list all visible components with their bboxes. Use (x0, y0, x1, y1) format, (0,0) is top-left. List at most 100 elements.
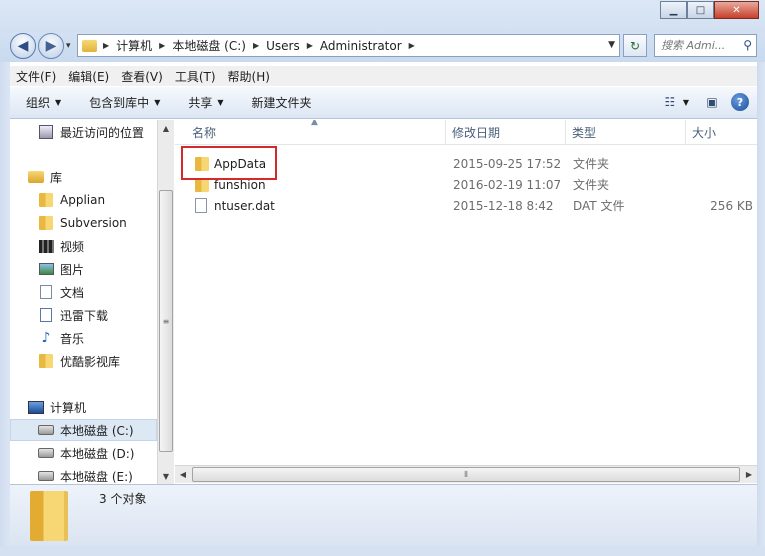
chevron-right-icon[interactable]: ▶ (407, 41, 417, 50)
navigation-pane-scrollbar[interactable]: ▲ ≡ ▼ (157, 120, 174, 484)
chevron-right-icon[interactable]: ▶ (157, 41, 167, 50)
share-button[interactable]: 共享 ▼ (172, 94, 235, 111)
preview-pane-button[interactable]: ▣ (703, 94, 721, 110)
grip-icon: ≡ (162, 316, 170, 326)
folder-icon (39, 216, 53, 230)
file-modified: 2015-12-18 8:42 (453, 198, 554, 213)
window-frame-left (0, 62, 10, 556)
sidebar-item-documents[interactable]: 文档 (10, 281, 157, 303)
search-input[interactable] (661, 39, 739, 52)
navigation-pane: 最近访问的位置 库 Applian Subversion 视频 图片 文档 迅雷… (10, 120, 157, 484)
chevron-right-icon[interactable]: ▶ (305, 41, 315, 50)
column-header-row: ▲ 名称 修改日期 类型 大小 (175, 120, 757, 145)
arrow-left-icon: ◀ (17, 38, 29, 54)
back-button[interactable]: ◀ (10, 33, 36, 59)
sidebar-item-subversion[interactable]: Subversion (10, 212, 157, 234)
arrow-right-icon: ▶ (45, 38, 57, 54)
folder-icon (39, 354, 53, 368)
folder-icon (39, 193, 53, 207)
file-type: DAT 文件 (573, 199, 625, 213)
sidebar-item-pictures[interactable]: 图片 (10, 258, 157, 280)
scroll-right-button[interactable]: ▶ (741, 466, 757, 483)
view-options-icon: ☷ (664, 95, 676, 109)
recent-places-icon (39, 125, 53, 139)
library-icon (28, 171, 44, 183)
file-modified: 2015-09-25 17:52 (453, 156, 562, 171)
sidebar-item-local-disk-c[interactable]: 本地磁盘 (C:) (10, 419, 157, 441)
column-header-size[interactable]: 大小 (686, 120, 757, 145)
drive-icon (38, 471, 54, 481)
scroll-left-button[interactable]: ◀ (175, 466, 191, 483)
file-icon (195, 198, 207, 213)
folder-icon (82, 39, 97, 52)
sidebar-item-libraries[interactable]: 库 (10, 166, 157, 188)
recent-pages-dropdown[interactable]: ▾ (66, 41, 71, 51)
breadcrumb-computer[interactable]: 计算机 ▶ (111, 37, 167, 54)
file-list-horizontal-scrollbar[interactable]: ◀ ⦀ ▶ (175, 465, 757, 483)
column-header-date-modified[interactable]: 修改日期 (446, 120, 566, 145)
drive-icon (38, 425, 54, 435)
sidebar-item-music[interactable]: ♪ 音乐 (10, 327, 157, 349)
help-button[interactable]: ? (731, 93, 749, 111)
preview-pane-icon: ▣ (706, 95, 718, 109)
file-size: 256 KB (710, 198, 753, 213)
scroll-up-button[interactable]: ▲ (158, 120, 174, 136)
sidebar-item-computer[interactable]: 计算机 (10, 396, 157, 418)
file-row-ntuser-dat[interactable]: ntuser.dat 2015-12-18 8:42 DAT 文件 256 KB (175, 195, 757, 216)
breadcrumb-users[interactable]: Users ▶ (261, 39, 315, 53)
forward-button[interactable]: ▶ (38, 33, 64, 59)
refresh-button[interactable]: ↻ (623, 34, 647, 57)
maximize-button[interactable]: □ (687, 1, 714, 19)
sidebar-item-youku-library[interactable]: 优酷影视库 (10, 350, 157, 372)
dropdown-arrow-icon: ▼ (217, 98, 224, 107)
organize-button[interactable]: 组织 ▼ (10, 94, 73, 111)
computer-icon (28, 400, 44, 414)
window-frame-right (757, 62, 765, 556)
menu-bar: 文件(F) 编辑(E) 查看(V) 工具(T) 帮助(H) (10, 66, 757, 86)
address-history-dropdown[interactable]: ▼ (608, 40, 615, 50)
download-icon (40, 308, 52, 322)
column-header-name[interactable]: 名称 (175, 120, 446, 145)
sidebar-item-recent-places[interactable]: 最近访问的位置 (10, 121, 157, 143)
pictures-icon (38, 263, 54, 275)
details-pane: 3 个对象 (10, 484, 757, 546)
documents-icon (40, 285, 52, 299)
view-dropdown-arrow-icon[interactable]: ▼ (683, 98, 689, 107)
menu-tools[interactable]: 工具(T) (169, 68, 222, 85)
chevron-right-icon[interactable]: ▶ (101, 41, 111, 50)
change-view-button[interactable]: ☷ (661, 94, 679, 110)
sidebar-item-videos[interactable]: 视频 (10, 235, 157, 257)
search-box[interactable]: ⚲ (654, 34, 757, 57)
video-icon (38, 239, 54, 253)
item-count: 3 个对象 (99, 492, 147, 506)
menu-file[interactable]: 文件(F) (10, 68, 62, 85)
scroll-down-button[interactable]: ▼ (158, 468, 174, 484)
folder-icon (30, 491, 68, 541)
minimize-button[interactable]: ▁ (660, 1, 687, 19)
help-icon: ? (736, 95, 744, 109)
close-button[interactable]: ✕ (714, 1, 759, 19)
sidebar-item-thunder-downloads[interactable]: 迅雷下载 (10, 304, 157, 326)
new-folder-button[interactable]: 新建文件夹 (236, 94, 324, 111)
window-frame-bottom (0, 546, 765, 556)
menu-help[interactable]: 帮助(H) (222, 68, 276, 85)
scroll-thumb[interactable]: ≡ (159, 190, 173, 452)
music-icon: ♪ (41, 330, 51, 346)
chevron-right-icon[interactable]: ▶ (251, 41, 261, 50)
breadcrumb-local-disk-c[interactable]: 本地磁盘 (C:) ▶ (167, 37, 261, 54)
include-in-library-button[interactable]: 包含到库中 ▼ (73, 94, 172, 111)
menu-edit[interactable]: 编辑(E) (62, 68, 115, 85)
menu-view[interactable]: 查看(V) (115, 68, 169, 85)
sidebar-item-local-disk-e[interactable]: 本地磁盘 (E:) (10, 465, 157, 484)
sidebar-item-applian[interactable]: Applian (10, 189, 157, 211)
file-modified: 2016-02-19 11:07 (453, 177, 562, 192)
highlight-annotation-box (181, 146, 277, 180)
file-type: 文件夹 (573, 157, 610, 171)
sidebar-item-local-disk-d[interactable]: 本地磁盘 (D:) (10, 442, 157, 464)
address-bar[interactable]: ▶ 计算机 ▶ 本地磁盘 (C:) ▶ Users ▶ Administrator ▶ … (77, 34, 620, 57)
column-header-type[interactable]: 类型 (566, 120, 686, 145)
file-name: ntuser.dat (214, 198, 275, 213)
scroll-thumb[interactable]: ⦀ (192, 467, 740, 482)
search-icon[interactable]: ⚲ (743, 38, 752, 52)
breadcrumb-administrator[interactable]: Administrator ▶ (315, 39, 417, 53)
